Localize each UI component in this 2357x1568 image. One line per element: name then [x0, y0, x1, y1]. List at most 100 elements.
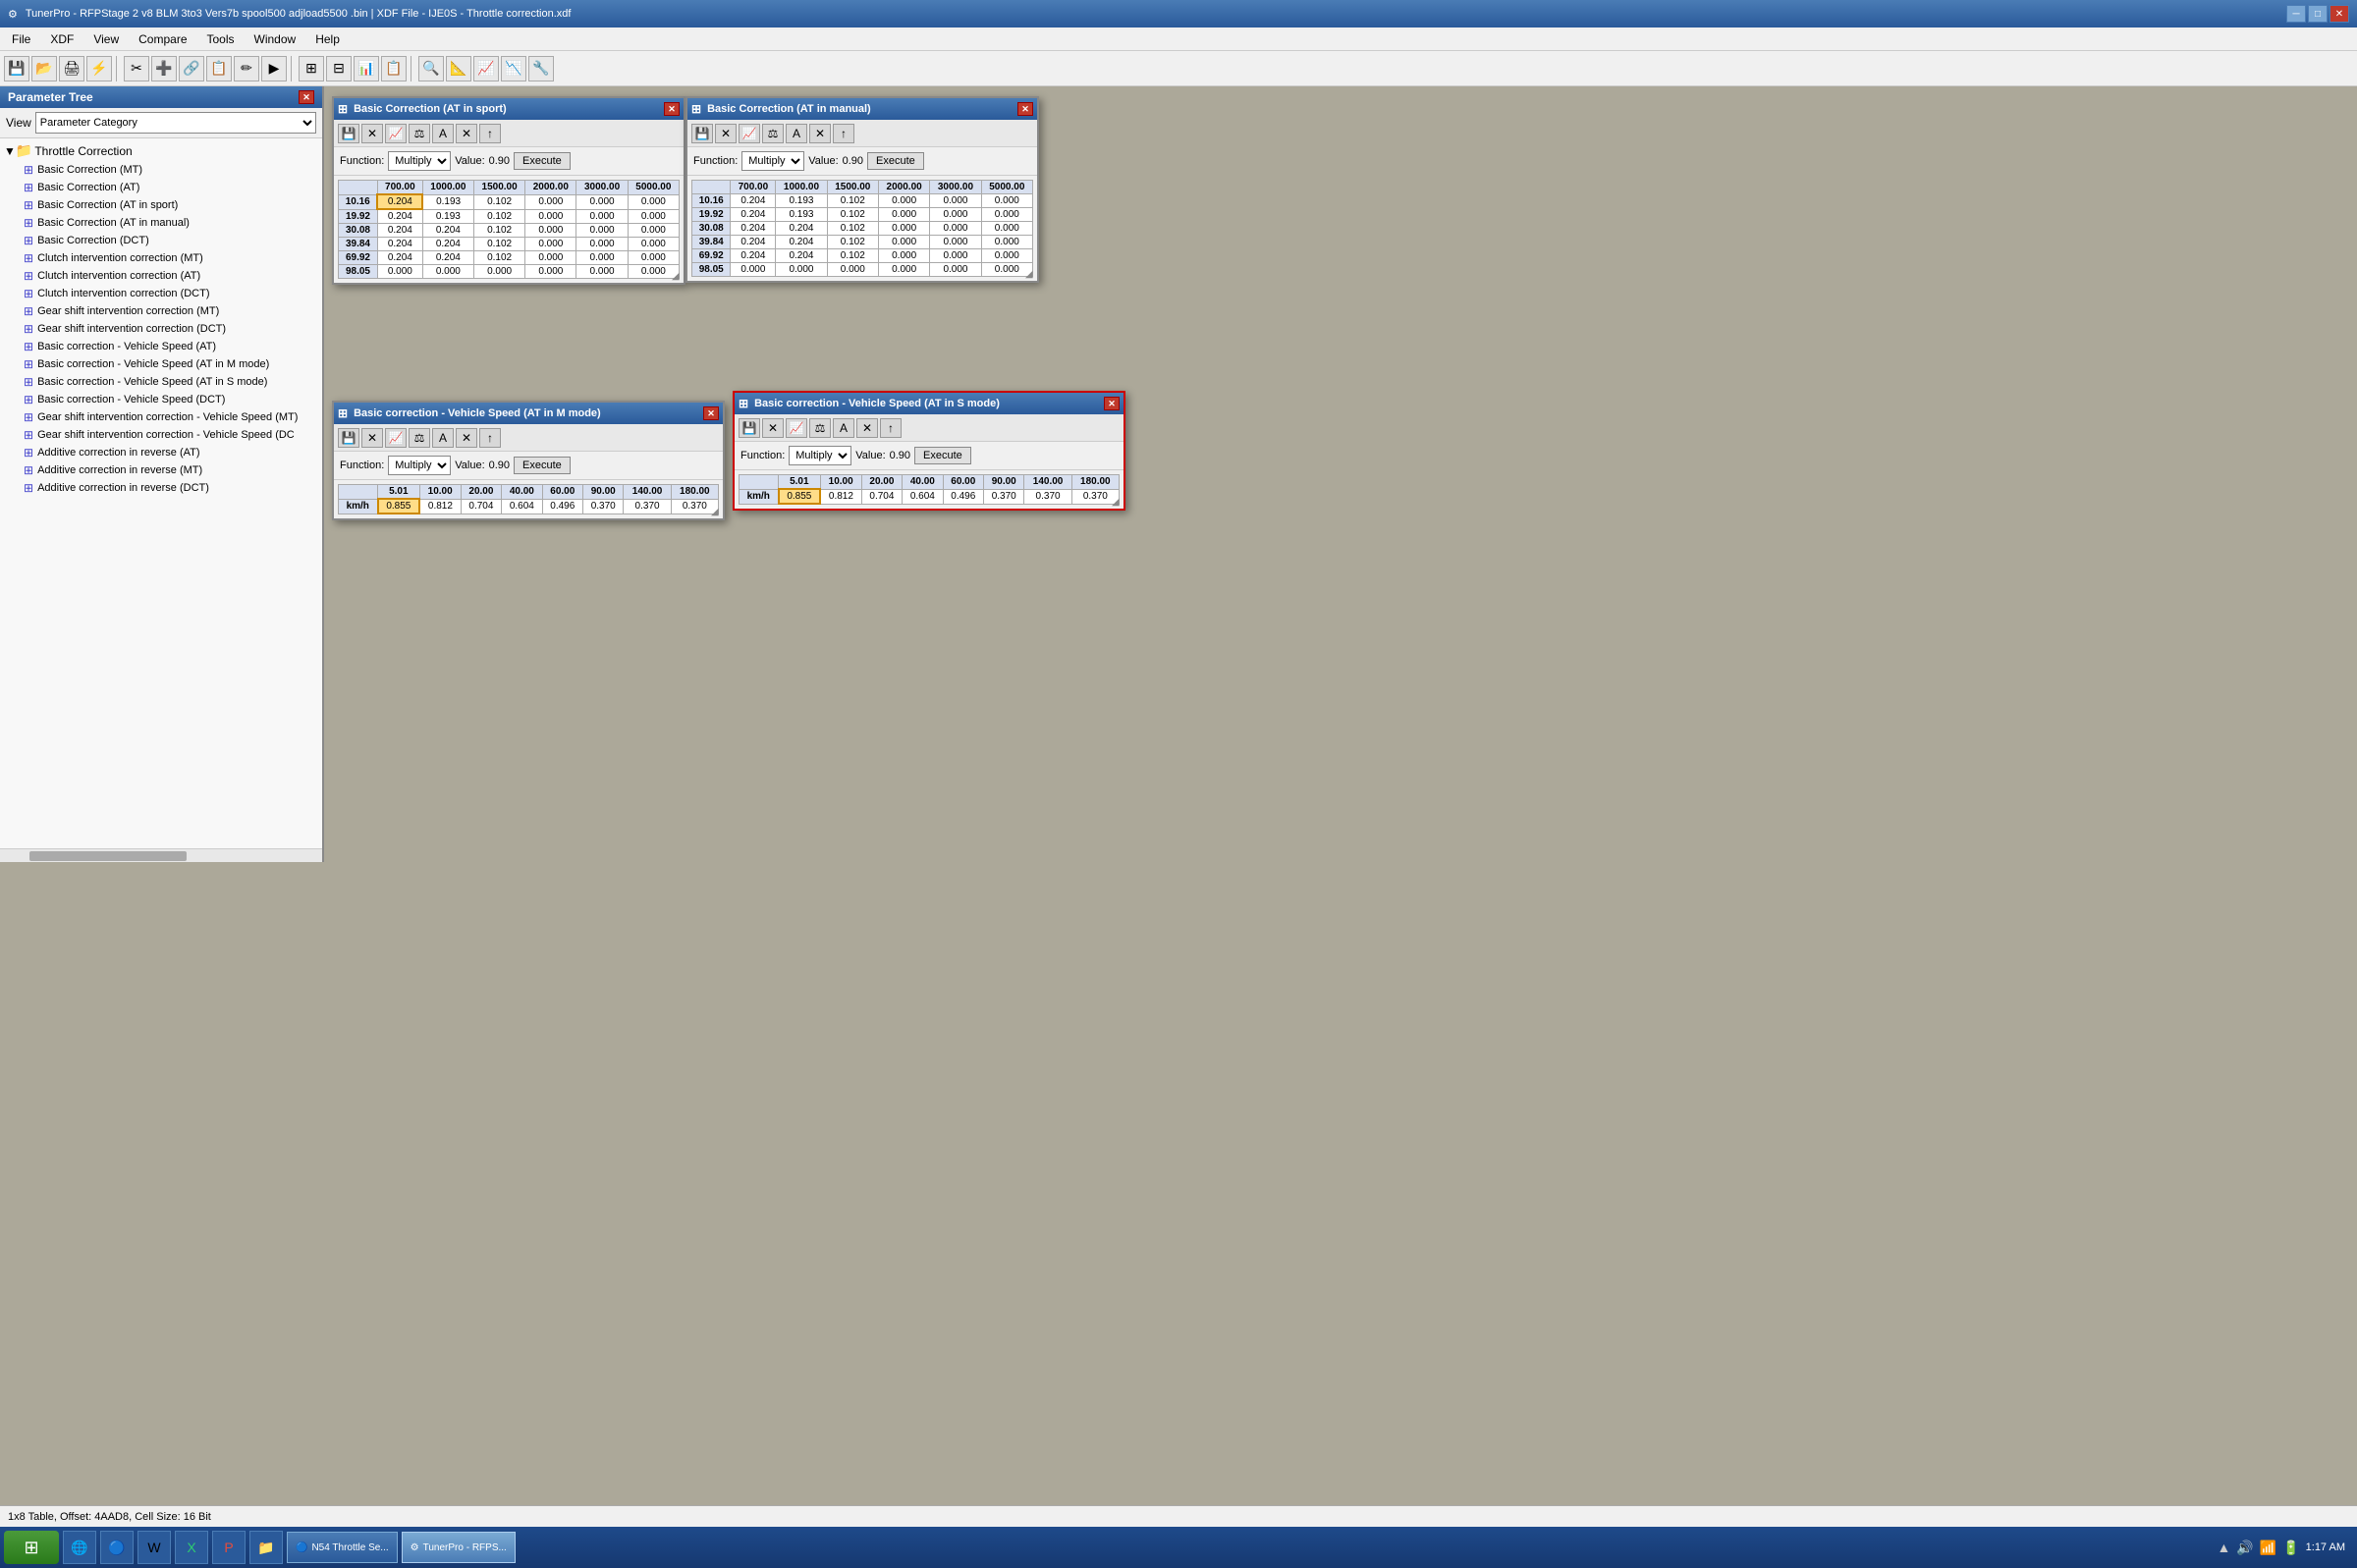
cell-sport-0-3[interactable]: 0.000 — [525, 194, 576, 209]
cell-sport-4-0[interactable]: 0.204 — [377, 251, 422, 265]
menu-xdf[interactable]: XDF — [42, 30, 82, 48]
col-header-sport-4[interactable]: 3000.00 — [576, 181, 628, 195]
row-header-manual-2[interactable]: 30.08 — [692, 222, 731, 236]
tree-item-16[interactable]: ⊞ Additive correction in reverse (AT) — [0, 444, 322, 461]
cell-sport-4-1[interactable]: 0.204 — [422, 251, 473, 265]
save-speed-m-btn[interactable]: 💾 — [338, 428, 359, 448]
cell-manual-1-0[interactable]: 0.204 — [731, 208, 776, 222]
cell-speed-s-0-0[interactable]: 0.855 — [779, 489, 821, 504]
tool4-button[interactable]: ⚡ — [86, 56, 112, 81]
cell-manual-2-1[interactable]: 0.204 — [776, 222, 827, 236]
horizontal-scrollbar[interactable] — [0, 848, 322, 862]
cell-manual-2-5[interactable]: 0.000 — [981, 222, 1032, 236]
row-header-manual-0[interactable]: 10.16 — [692, 194, 731, 208]
execute-sport-button[interactable]: Execute — [514, 152, 571, 170]
resize-handle-sport[interactable]: ◢ — [672, 271, 684, 283]
row-header-sport-1[interactable]: 19.92 — [339, 209, 378, 224]
chart-manual-btn[interactable]: 📈 — [739, 124, 760, 143]
tree-item-12[interactable]: ⊞ Basic correction - Vehicle Speed (AT i… — [0, 373, 322, 391]
tree-item-9[interactable]: ⊞ Gear shift intervention correction (DC… — [0, 320, 322, 338]
link-button[interactable]: 🔗 — [179, 56, 204, 81]
quicklaunch-chrome[interactable]: 🔵 — [100, 1531, 134, 1564]
save-button[interactable]: 💾 — [4, 56, 29, 81]
font-speed-m-btn[interactable]: A — [432, 428, 454, 448]
close-manual-button[interactable]: ✕ — [1017, 102, 1033, 116]
speed-s-col-7[interactable]: 180.00 — [1071, 475, 1119, 490]
row-header-sport-4[interactable]: 69.92 — [339, 251, 378, 265]
tool10-button[interactable]: ▶ — [261, 56, 287, 81]
cell-sport-2-0[interactable]: 0.204 — [377, 224, 422, 238]
titlebar-manual[interactable]: ⊞ Basic Correction (AT in manual) ✕ — [687, 98, 1037, 120]
tree-item-8[interactable]: ⊞ Gear shift intervention correction (MT… — [0, 302, 322, 320]
tree-item-15[interactable]: ⊞ Gear shift intervention correction - V… — [0, 426, 322, 444]
tool14-button[interactable]: 📋 — [381, 56, 407, 81]
cell-sport-0-0[interactable]: 0.204 — [377, 194, 422, 209]
taskbar-item-tunerpro[interactable]: ⚙ TunerPro - RFPS... — [402, 1532, 516, 1563]
tree-item-6[interactable]: ⊞ Clutch intervention correction (AT) — [0, 267, 322, 285]
cell-manual-5-3[interactable]: 0.000 — [878, 263, 929, 277]
cell-manual-0-0[interactable]: 0.204 — [731, 194, 776, 208]
function-select-manual[interactable]: Multiply — [741, 151, 804, 171]
cell-sport-4-5[interactable]: 0.000 — [628, 251, 679, 265]
add-button[interactable]: ➕ — [151, 56, 177, 81]
cell-manual-0-4[interactable]: 0.000 — [930, 194, 981, 208]
cell-sport-1-3[interactable]: 0.000 — [525, 209, 576, 224]
menu-window[interactable]: Window — [247, 30, 304, 48]
cell-sport-3-5[interactable]: 0.000 — [628, 238, 679, 251]
cell-speed-s-0-6[interactable]: 0.370 — [1024, 489, 1071, 504]
close-speed-m-button[interactable]: ✕ — [703, 406, 719, 420]
cell-sport-4-4[interactable]: 0.000 — [576, 251, 628, 265]
up-speed-m-btn[interactable]: ↑ — [479, 428, 501, 448]
quicklaunch-word[interactable]: W — [137, 1531, 171, 1564]
cell-sport-3-0[interactable]: 0.204 — [377, 238, 422, 251]
col-header-manual-3[interactable]: 2000.00 — [878, 181, 929, 194]
cross-manual-btn[interactable]: ✕ — [809, 124, 831, 143]
cell-manual-3-3[interactable]: 0.000 — [878, 236, 929, 249]
tree-item-7[interactable]: ⊞ Clutch intervention correction (DCT) — [0, 285, 322, 302]
speed-s-col-6[interactable]: 140.00 — [1024, 475, 1071, 490]
cell-speed-m-0-3[interactable]: 0.604 — [502, 499, 542, 514]
save-speed-s-btn[interactable]: 💾 — [739, 418, 760, 438]
cell-sport-2-2[interactable]: 0.102 — [473, 224, 524, 238]
tree-item-5[interactable]: ⊞ Clutch intervention correction (MT) — [0, 249, 322, 267]
cell-sport-2-1[interactable]: 0.204 — [422, 224, 473, 238]
cell-sport-3-3[interactable]: 0.000 — [525, 238, 576, 251]
delete-speed-s-btn[interactable]: ✕ — [762, 418, 784, 438]
cell-sport-4-2[interactable]: 0.102 — [473, 251, 524, 265]
up-sport-btn[interactable]: ↑ — [479, 124, 501, 143]
speed-m-col-2[interactable]: 20.00 — [461, 485, 501, 500]
font-sport-btn[interactable]: A — [432, 124, 454, 143]
titlebar-speed-m[interactable]: ⊞ Basic correction - Vehicle Speed (AT i… — [334, 403, 723, 424]
cell-speed-m-0-4[interactable]: 0.496 — [542, 499, 582, 514]
cell-speed-s-0-1[interactable]: 0.812 — [820, 489, 861, 504]
cell-sport-1-4[interactable]: 0.000 — [576, 209, 628, 224]
quicklaunch-excel[interactable]: X — [175, 1531, 208, 1564]
cell-speed-m-0-5[interactable]: 0.370 — [583, 499, 624, 514]
cell-manual-3-2[interactable]: 0.102 — [827, 236, 878, 249]
chart-sport-btn[interactable]: 📈 — [385, 124, 407, 143]
speed-s-col-1[interactable]: 10.00 — [820, 475, 861, 490]
cell-manual-5-4[interactable]: 0.000 — [930, 263, 981, 277]
cell-manual-5-0[interactable]: 0.000 — [731, 263, 776, 277]
cell-sport-3-4[interactable]: 0.000 — [576, 238, 628, 251]
maximize-button[interactable]: □ — [2308, 5, 2328, 23]
col-header-sport-1[interactable]: 1000.00 — [422, 181, 473, 195]
row-header-speed-s[interactable]: km/h — [740, 489, 779, 504]
font-speed-s-btn[interactable]: A — [833, 418, 854, 438]
scale-sport-btn[interactable]: ⚖ — [409, 124, 430, 143]
col-header-manual-1[interactable]: 1000.00 — [776, 181, 827, 194]
tray-arrow-icon[interactable]: ▲ — [2217, 1540, 2230, 1555]
cell-sport-0-1[interactable]: 0.193 — [422, 194, 473, 209]
tree-item-14[interactable]: ⊞ Gear shift intervention correction - V… — [0, 408, 322, 426]
function-select-speed-s[interactable]: Multiply — [789, 446, 851, 465]
execute-manual-button[interactable]: Execute — [867, 152, 924, 170]
print-button[interactable]: 🖨 — [59, 56, 84, 81]
close-button[interactable]: ✕ — [2330, 5, 2349, 23]
chart-speed-s-btn[interactable]: 📈 — [786, 418, 807, 438]
cell-manual-0-1[interactable]: 0.193 — [776, 194, 827, 208]
row-header-manual-5[interactable]: 98.05 — [692, 263, 731, 277]
menu-view[interactable]: View — [85, 30, 127, 48]
system-clock[interactable]: 1:17 AM — [2306, 1541, 2345, 1554]
speed-m-col-1[interactable]: 10.00 — [419, 485, 461, 500]
cell-manual-2-3[interactable]: 0.000 — [878, 222, 929, 236]
